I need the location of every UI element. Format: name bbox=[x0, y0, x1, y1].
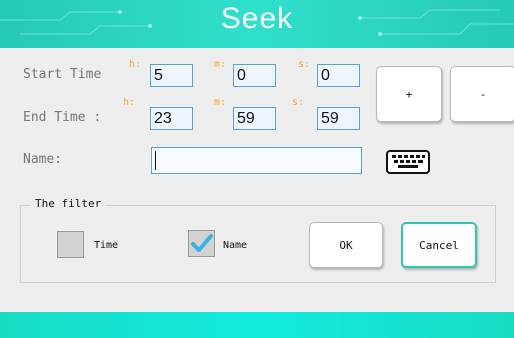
end-time-label: End Time : bbox=[23, 110, 102, 125]
end-minute-unit: m: bbox=[214, 97, 227, 108]
time-filter-checkbox[interactable] bbox=[57, 231, 84, 258]
page-title: Seek bbox=[220, 2, 294, 35]
start-hour-unit: h: bbox=[129, 59, 142, 70]
keyboard-icon[interactable] bbox=[386, 150, 430, 178]
end-minute-field[interactable]: 59 bbox=[233, 107, 276, 130]
increment-button[interactable]: + bbox=[376, 66, 442, 122]
end-hour-unit: h: bbox=[123, 97, 136, 108]
footer-bar bbox=[0, 312, 514, 338]
ok-button[interactable]: OK bbox=[309, 222, 383, 268]
name-label: Name: bbox=[23, 152, 63, 167]
title-bar: Seek bbox=[0, 0, 514, 48]
start-second-field[interactable]: 0 bbox=[317, 64, 360, 87]
end-second-unit: s: bbox=[292, 97, 305, 108]
end-second-field[interactable]: 59 bbox=[317, 107, 360, 130]
start-second-unit: s: bbox=[298, 59, 311, 70]
start-minute-field[interactable]: 0 bbox=[233, 64, 276, 87]
start-minute-unit: m: bbox=[214, 59, 227, 70]
filter-legend: The filter bbox=[31, 197, 106, 210]
start-hour-field[interactable]: 5 bbox=[150, 64, 193, 87]
name-filter-checkbox[interactable] bbox=[188, 230, 215, 257]
check-icon bbox=[191, 234, 213, 252]
end-hour-field[interactable]: 23 bbox=[150, 107, 193, 130]
start-time-label: Start Time bbox=[23, 67, 102, 82]
name-filter-label: Name bbox=[223, 240, 248, 251]
decrement-button[interactable]: - bbox=[450, 66, 514, 122]
cancel-button[interactable]: Cancel bbox=[401, 222, 477, 268]
text-caret bbox=[155, 151, 156, 170]
name-input[interactable] bbox=[151, 147, 362, 174]
time-filter-label: Time bbox=[94, 240, 119, 251]
